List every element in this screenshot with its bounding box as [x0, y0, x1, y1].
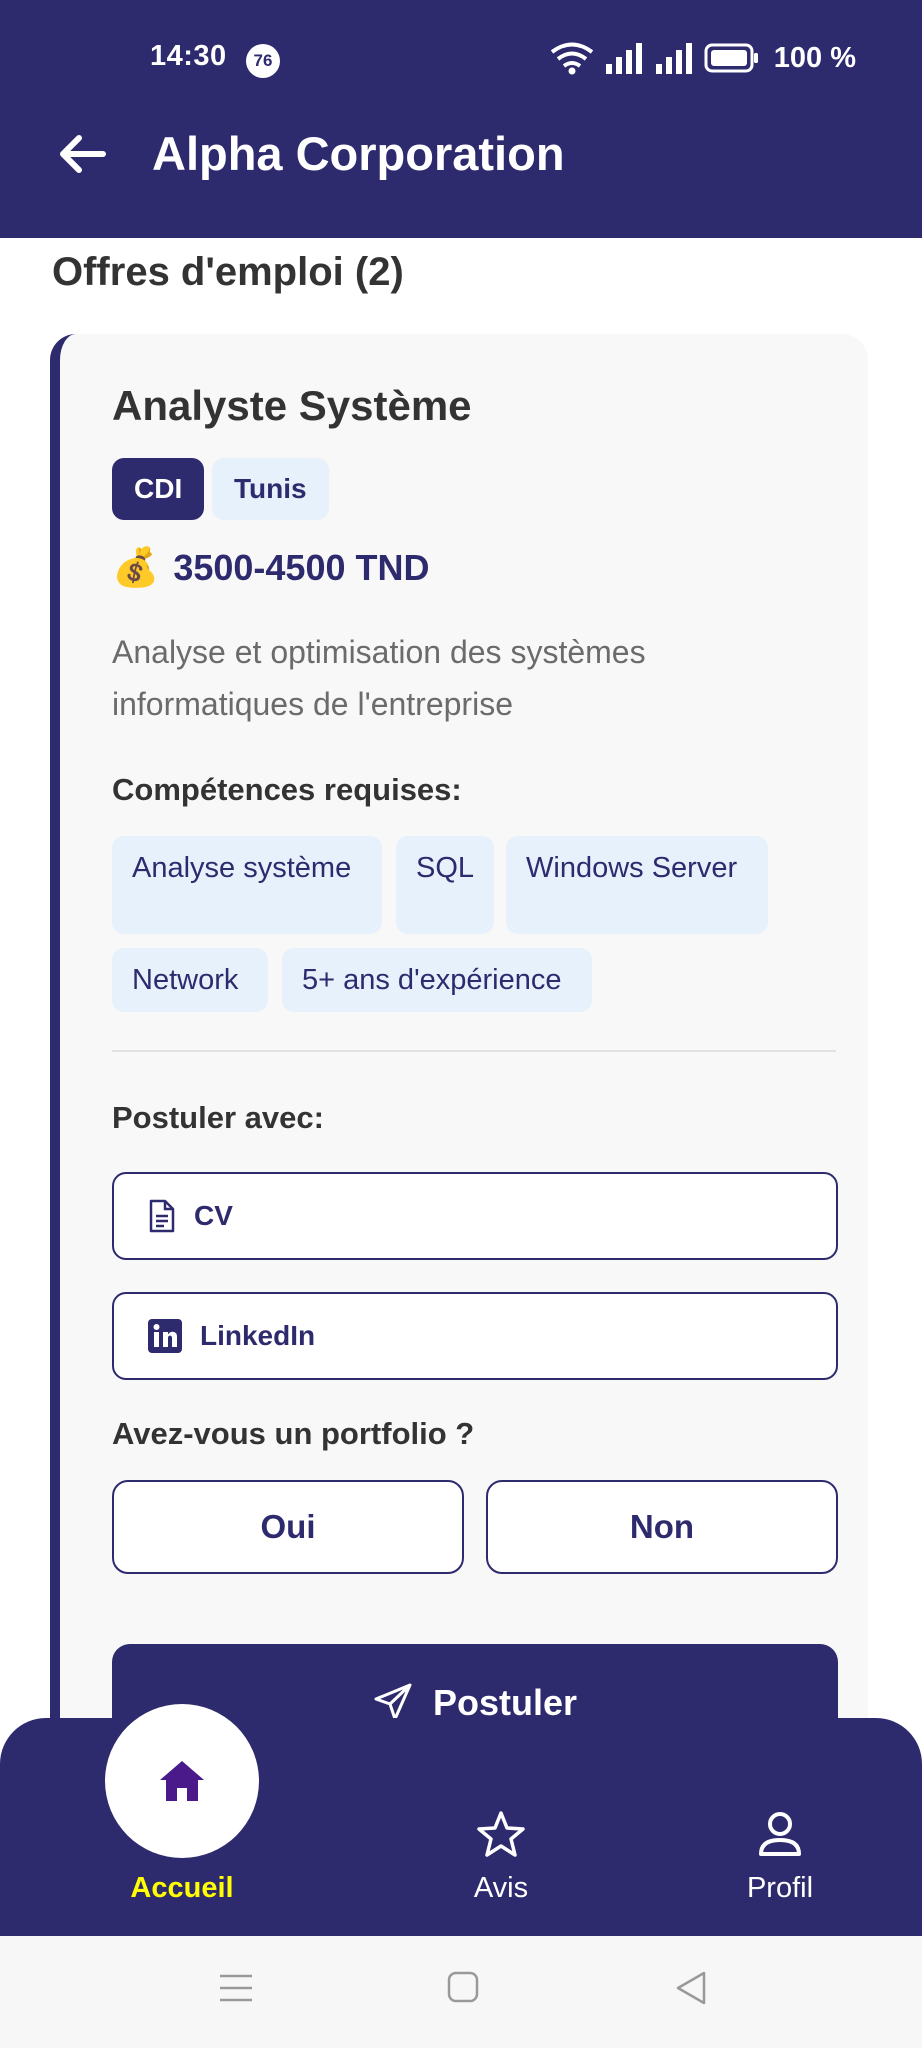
document-icon	[149, 1199, 175, 1233]
app-header: 14:30 76 100 % Alpha Corporation	[0, 0, 922, 238]
portfolio-yes-button[interactable]: Oui	[112, 1480, 464, 1574]
salary: 💰 3500-4500 TND	[112, 546, 429, 590]
user-icon[interactable]	[756, 1810, 804, 1858]
system-navigation-bar	[0, 1936, 922, 2048]
battery-icon	[704, 43, 758, 73]
job-description: Analyse et optimisation des systèmes inf…	[112, 634, 646, 722]
status-bar: 14:30 76 100 %	[0, 0, 922, 120]
skill-chip: SQL	[396, 836, 494, 934]
skill-chip: Network	[112, 948, 268, 1012]
location-tag: Tunis	[212, 458, 329, 520]
skills-label: Compétences requises:	[112, 772, 462, 807]
notification-count-badge: 76	[246, 44, 280, 78]
status-icons: 100 %	[550, 40, 856, 76]
signal-icon	[605, 43, 642, 74]
apply-with-label: Postuler avec:	[112, 1100, 324, 1135]
back-button[interactable]	[54, 126, 110, 182]
contract-type-tag: CDI	[112, 458, 205, 520]
nav-label-avis[interactable]: Avis	[440, 1872, 562, 1905]
wifi-icon	[550, 42, 593, 75]
arrow-left-icon	[60, 135, 106, 173]
nav-item-home[interactable]	[105, 1704, 259, 1858]
skill-chip: Windows Server	[506, 836, 768, 934]
home-square-icon[interactable]	[446, 1970, 480, 2004]
status-time: 14:30	[150, 40, 227, 72]
page-title: Alpha Corporation	[152, 127, 565, 180]
portfolio-question: Avez-vous un portfolio ?	[112, 1416, 475, 1451]
home-icon	[160, 1761, 204, 1801]
menu-icon[interactable]	[218, 1970, 254, 2006]
skill-chip: 5+ ans d'expérience	[282, 948, 592, 1012]
section-title: Offres d'emploi (2)	[52, 250, 404, 294]
nav-label-profil[interactable]: Profil	[718, 1872, 842, 1905]
star-icon[interactable]	[476, 1810, 526, 1858]
skill-chip: Analyse système	[112, 836, 382, 934]
send-icon	[374, 1683, 412, 1721]
portfolio-no-button[interactable]: Non	[486, 1480, 838, 1574]
apply-linkedin-button[interactable]: LinkedIn	[112, 1292, 838, 1380]
signal-icon-2	[655, 43, 692, 74]
divider	[112, 1050, 836, 1052]
salary-value: 3500-4500 TND	[173, 547, 430, 588]
battery-percent: 100 %	[773, 41, 856, 74]
job-card: Analyste Système CDI Tunis 💰 3500-4500 T…	[50, 334, 868, 1734]
apply-cv-label: CV	[194, 1200, 233, 1231]
money-bag-icon: 💰	[112, 547, 160, 589]
linkedin-icon	[148, 1319, 182, 1353]
back-triangle-icon[interactable]	[674, 1970, 708, 2006]
job-title: Analyste Système	[112, 382, 472, 429]
nav-label-accueil[interactable]: Accueil	[112, 1872, 252, 1905]
apply-cv-button[interactable]: CV	[112, 1172, 838, 1260]
apply-linkedin-label: LinkedIn	[200, 1320, 316, 1351]
